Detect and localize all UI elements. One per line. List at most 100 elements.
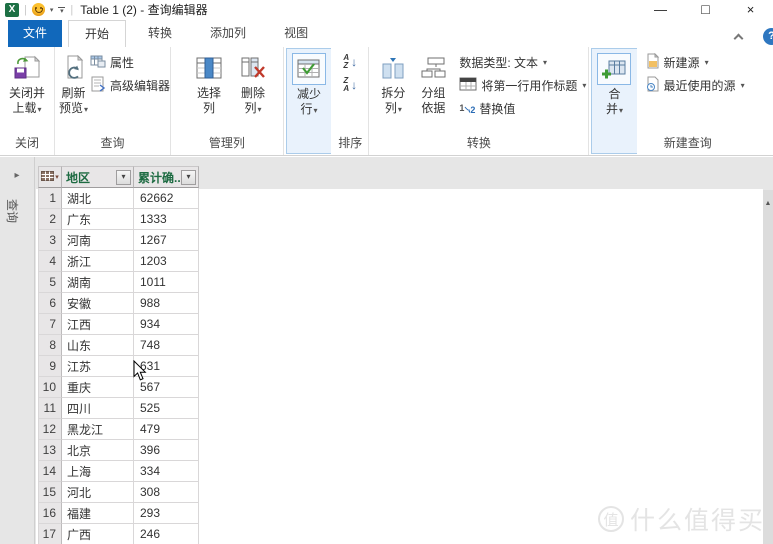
group-label-manage-columns: 管理列 <box>171 133 283 155</box>
region-cell[interactable]: 河南 <box>62 230 134 251</box>
tab-home[interactable]: 开始 <box>68 20 126 47</box>
merge-button[interactable]: 合 并▾ <box>592 51 636 118</box>
table-row: 3 河南 1267 <box>38 230 199 251</box>
close-and-load-button[interactable]: 关闭并 上载▾ <box>5 50 49 117</box>
value-cell[interactable]: 934 <box>134 314 199 335</box>
region-cell[interactable]: 浙江 <box>62 251 134 272</box>
row-number-cell[interactable]: 15 <box>38 482 62 503</box>
region-cell[interactable]: 山东 <box>62 335 134 356</box>
region-cell[interactable]: 安徽 <box>62 293 134 314</box>
vertical-scrollbar[interactable]: ▲ <box>763 190 773 544</box>
minimize-button[interactable]: — <box>638 0 683 19</box>
refresh-preview-button[interactable]: 刷新 预览▾ <box>59 50 88 117</box>
quick-access-customize-button[interactable]: ▾ <box>58 7 65 13</box>
table-row: 8 山东 748 <box>38 335 199 356</box>
scroll-up-icon[interactable]: ▲ <box>763 190 773 207</box>
region-cell[interactable]: 黑龙江 <box>62 419 134 440</box>
region-cell[interactable]: 广西 <box>62 524 134 544</box>
value-cell[interactable]: 62662 <box>134 188 199 209</box>
row-number-cell[interactable]: 8 <box>38 335 62 356</box>
smiley-dropdown-icon[interactable]: ▾ <box>50 6 54 14</box>
row-number-cell[interactable]: 17 <box>38 524 62 544</box>
value-cell[interactable]: 525 <box>134 398 199 419</box>
row-number-cell[interactable]: 13 <box>38 440 62 461</box>
recent-sources-button[interactable]: 最近使用的源▾ <box>644 75 747 96</box>
row-number-cell[interactable]: 5 <box>38 272 62 293</box>
reduce-rows-button[interactable]: 减少 行▾ <box>287 51 331 118</box>
row-number-cell[interactable]: 9 <box>38 356 62 377</box>
row-number-cell[interactable]: 6 <box>38 293 62 314</box>
region-cell[interactable]: 福建 <box>62 503 134 524</box>
region-cell[interactable]: 北京 <box>62 440 134 461</box>
data-type-button[interactable]: 数据类型: 文本▾ <box>457 52 549 73</box>
column-header-cumulative-confirmed[interactable]: 累计确... ▾ <box>134 166 199 188</box>
table-row: 16 福建 293 <box>38 503 199 524</box>
row-number-cell[interactable]: 11 <box>38 398 62 419</box>
value-cell[interactable]: 308 <box>134 482 199 503</box>
filter-button[interactable]: ▾ <box>181 170 196 185</box>
region-cell[interactable]: 湖南 <box>62 272 134 293</box>
row-number-cell[interactable]: 10 <box>38 377 62 398</box>
new-source-button[interactable]: 新建源▾ <box>644 52 711 73</box>
row-number-cell[interactable]: 12 <box>38 419 62 440</box>
row-number-cell[interactable]: 1 <box>38 188 62 209</box>
tab-file[interactable]: 文件 <box>8 20 62 47</box>
expand-queries-pane-button[interactable]: ▸ <box>0 170 34 181</box>
split-column-button[interactable]: 拆分 列▾ <box>373 50 413 117</box>
sort-ascending-button[interactable]: AZ ↓ <box>343 52 357 72</box>
value-cell[interactable]: 334 <box>134 461 199 482</box>
region-cell[interactable]: 广东 <box>62 209 134 230</box>
table-row: 5 湖南 1011 <box>38 272 199 293</box>
help-button[interactable]: ? <box>763 28 773 45</box>
region-cell[interactable]: 湖北 <box>62 188 134 209</box>
region-cell[interactable]: 河北 <box>62 482 134 503</box>
row-number-cell[interactable]: 14 <box>38 461 62 482</box>
table-menu-button[interactable]: ▾ <box>38 166 62 188</box>
properties-button[interactable]: 属性 <box>88 52 136 73</box>
use-first-row-as-headers-button[interactable]: 将第一行用作标题▾ <box>457 75 588 96</box>
tab-transform[interactable]: 转换 <box>132 20 188 47</box>
group-by-button[interactable]: 分组 依据 <box>413 50 453 116</box>
chevron-down-icon: ▾ <box>121 173 125 181</box>
region-cell[interactable]: 四川 <box>62 398 134 419</box>
remove-columns-button[interactable]: 删除 列▾ <box>231 50 275 117</box>
value-cell[interactable]: 1011 <box>134 272 199 293</box>
value-cell[interactable]: 1333 <box>134 209 199 230</box>
value-cell[interactable]: 293 <box>134 503 199 524</box>
value-cell[interactable]: 396 <box>134 440 199 461</box>
region-cell[interactable]: 上海 <box>62 461 134 482</box>
value-cell[interactable]: 988 <box>134 293 199 314</box>
value-cell[interactable]: 1267 <box>134 230 199 251</box>
new-source-icon <box>646 53 660 72</box>
chevron-down-icon: ▾ <box>257 105 261 114</box>
row-number-cell[interactable]: 4 <box>38 251 62 272</box>
region-cell[interactable]: 江西 <box>62 314 134 335</box>
chevron-up-icon <box>733 34 743 44</box>
sort-letter: A <box>343 85 349 93</box>
row-number-cell[interactable]: 16 <box>38 503 62 524</box>
maximize-button[interactable]: □ <box>683 0 728 19</box>
region-cell[interactable]: 重庆 <box>62 377 134 398</box>
filter-button[interactable]: ▾ <box>116 170 131 185</box>
region-cell[interactable]: 江苏 <box>62 356 134 377</box>
value-cell[interactable]: 246 <box>134 524 199 544</box>
advanced-editor-button[interactable]: 高级编辑器 <box>88 75 172 96</box>
smiley-feedback-icon[interactable] <box>32 3 45 16</box>
column-header-region[interactable]: 地区 ▾ <box>62 166 134 188</box>
collapse-ribbon-button[interactable] <box>731 31 745 43</box>
close-button[interactable]: × <box>728 0 773 19</box>
tab-view[interactable]: 视图 <box>268 20 324 47</box>
replace-values-button[interactable]: 1 2 替换值 <box>457 98 517 119</box>
tab-add-column[interactable]: 添加列 <box>194 20 262 47</box>
value-cell[interactable]: 748 <box>134 335 199 356</box>
value-cell[interactable]: 479 <box>134 419 199 440</box>
value-cell[interactable]: 1203 <box>134 251 199 272</box>
sort-descending-button[interactable]: ZA ↓ <box>343 75 357 95</box>
chevron-down-icon: ▾ <box>398 105 402 114</box>
row-number-cell[interactable]: 3 <box>38 230 62 251</box>
chevron-down-icon: ▾ <box>741 81 745 90</box>
choose-columns-button[interactable]: 选择 列 <box>187 50 231 116</box>
button-label: 分组 <box>421 86 445 101</box>
row-number-cell[interactable]: 2 <box>38 209 62 230</box>
row-number-cell[interactable]: 7 <box>38 314 62 335</box>
